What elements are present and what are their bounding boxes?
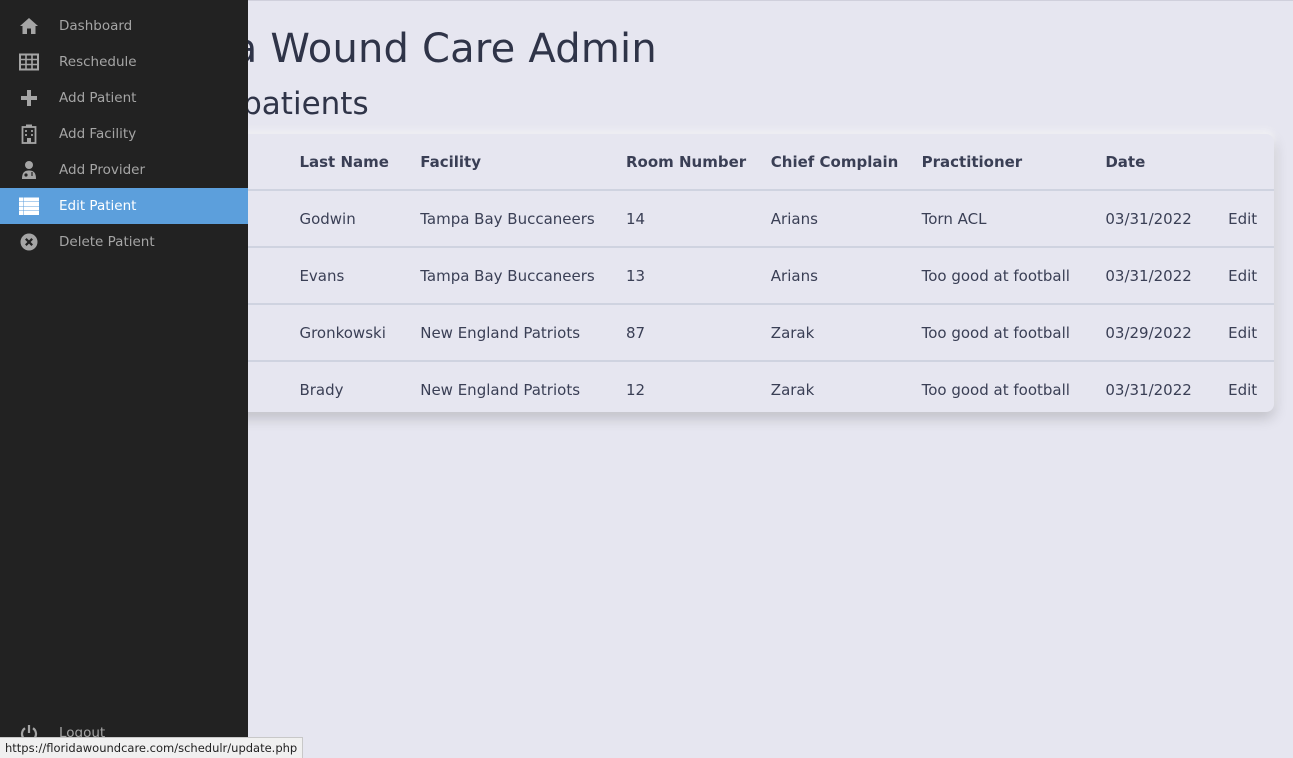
sidebar-item-label: Reschedule [59,54,137,70]
edit-link[interactable]: Edit [1228,210,1257,228]
edit-link[interactable]: Edit [1228,267,1257,285]
date-cell: 03/31/2022 [1105,360,1229,417]
column-header-date: Date [1105,152,1146,171]
last-name-cell: Brady [299,360,421,417]
last-name-cell: Evans [299,246,421,304]
room-number-cell: 87 [625,303,771,361]
date-cell: 03/31/2022 [1105,246,1229,304]
facility-cell: Tampa Bay Buccaneers [420,189,626,247]
column-header-facility: Facility [420,152,481,171]
patients-table: First Name Last Name Facility Room Numbe… [120,134,1274,417]
sidebar-item-label: Dashboard [59,18,133,34]
sidebar-item-label: Add Provider [59,162,146,178]
table-header-row: First Name Last Name Facility Room Numbe… [120,134,1274,190]
facility-cell: New England Patriots [420,360,626,417]
building-icon [19,124,39,144]
sidebar-item-dashboard[interactable]: Dashboard [0,8,248,44]
date-cell: 03/31/2022 [1105,189,1229,247]
chief-complain-cell: Zarak [770,360,922,417]
table-row: Brady New England Patriots 12 Zarak Too … [120,360,1274,417]
room-number-cell: 12 [625,360,771,417]
sidebar-item-label: Edit Patient [59,198,137,214]
sidebar-item-label: Add Facility [59,126,137,142]
list-icon [19,196,39,216]
room-number-cell: 13 [625,246,771,304]
plus-icon [19,88,39,108]
chief-complain-cell: Arians [770,189,922,247]
last-name-cell: Gronkowski [299,303,421,361]
edit-link[interactable]: Edit [1228,324,1257,342]
column-header-room-number: Room Number [625,152,747,171]
room-number-cell: 14 [625,189,771,247]
patients-table-card: First Name Last Name Facility Room Numbe… [120,134,1274,417]
user-doctor-icon [19,160,39,180]
date-cell: 03/29/2022 [1105,303,1229,361]
facility-cell: Tampa Bay Buccaneers [420,246,626,304]
practitioner-cell: Too good at football [921,246,1106,304]
chief-complain-cell: Arians [770,246,922,304]
sidebar-item-reschedule[interactable]: Reschedule [0,44,248,80]
edit-link[interactable]: Edit [1228,381,1257,399]
practitioner-cell: Too good at football [921,360,1106,417]
sidebar-item-label: Add Patient [59,90,137,106]
home-icon [19,16,39,36]
sidebar-item-label: Delete Patient [59,234,155,250]
status-bar-url: https://floridawoundcare.com/schedulr/up… [0,737,304,758]
column-header-action [1228,134,1274,190]
column-header-last-name: Last Name [299,152,389,171]
table-row: Evans Tampa Bay Buccaneers 13 Arians Too… [120,246,1274,304]
column-header-chief-complain: Chief Complain [770,152,899,171]
sidebar-nav: Dashboard Reschedule Add Patient Add Fac… [0,0,248,757]
chief-complain-cell: Zarak [770,303,922,361]
table-row: Gronkowski New England Patriots 87 Zarak… [120,303,1274,361]
sidebar-item-delete-patient[interactable]: Delete Patient [0,224,248,260]
circle-x-icon [19,232,39,252]
practitioner-cell: Too good at football [921,303,1106,361]
practitioner-cell: Torn ACL [921,189,1106,247]
table-row: Godwin Tampa Bay Buccaneers 14 Arians To… [120,189,1274,247]
last-name-cell: Godwin [299,189,421,247]
sidebar-item-add-patient[interactable]: Add Patient [0,80,248,116]
sidebar-item-add-provider[interactable]: Add Provider [0,152,248,188]
sidebar-item-add-facility[interactable]: Add Facility [0,116,248,152]
table-icon [19,52,39,72]
sidebar-item-edit-patient[interactable]: Edit Patient [0,188,248,224]
column-header-practitioner: Practitioner [921,152,1023,171]
facility-cell: New England Patriots [420,303,626,361]
